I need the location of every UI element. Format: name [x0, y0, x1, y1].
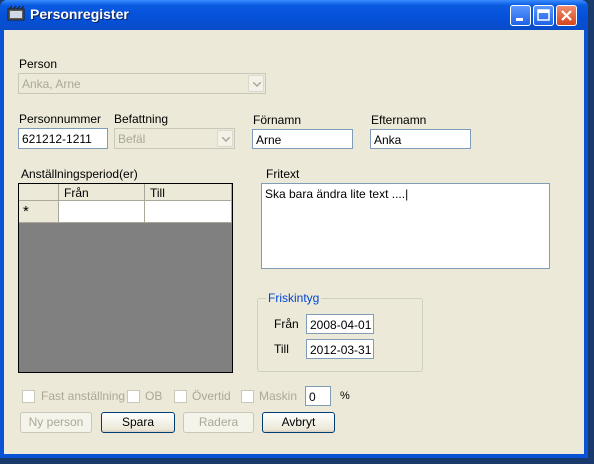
- person-select[interactable]: Anka, Arne: [18, 73, 266, 94]
- befattning-select[interactable]: Befäl: [114, 128, 235, 149]
- efternamn-field[interactable]: Anka: [370, 129, 471, 149]
- maskin-percent-field[interactable]: 0: [305, 386, 331, 406]
- app-icon: [7, 5, 25, 22]
- grid-header-till-label: Till: [150, 186, 165, 200]
- person-dropdown-button[interactable]: [248, 75, 264, 92]
- friskintyg-group: Friskintyg Från 2008-04-01 Till 2012-03-…: [257, 291, 423, 372]
- ob-checkbox[interactable]: [127, 390, 140, 403]
- radera-button[interactable]: Radera: [183, 412, 254, 433]
- maximize-icon: [537, 9, 550, 21]
- maximize-button[interactable]: [533, 5, 554, 26]
- maskin-checkbox[interactable]: [241, 390, 254, 403]
- ny-person-button[interactable]: Ny person: [20, 412, 92, 433]
- grid-new-row-header[interactable]: *: [19, 201, 59, 223]
- fritext-value: Ska bara ändra lite text ....|: [265, 187, 409, 201]
- personnummer-value: 621212-1211: [22, 132, 92, 146]
- fast-anstallning-label: Fast anställning: [41, 389, 126, 403]
- form-client-area: Person Anka, Arne Personnummer 621212-12…: [4, 30, 584, 454]
- minimize-button[interactable]: [510, 5, 531, 26]
- fornamn-field[interactable]: Arne: [252, 129, 353, 149]
- grid-corner-header: [19, 184, 59, 201]
- grid-header-fran[interactable]: Från: [59, 184, 145, 201]
- fritext-textarea[interactable]: Ska bara ändra lite text ....|: [261, 183, 550, 269]
- befattning-dropdown-button[interactable]: [217, 130, 233, 147]
- application-window: Personregister Person Anka, Arne Personn…: [0, 0, 588, 458]
- friskintyg-till-field[interactable]: 2012-03-31: [306, 339, 374, 359]
- friskintyg-till-label: Till: [274, 342, 289, 356]
- chevron-down-icon: [253, 82, 261, 87]
- befattning-label: Befattning: [114, 112, 169, 126]
- anstallning-label: Anställningsperiod(er): [21, 167, 138, 181]
- grid-cell-fran[interactable]: [59, 201, 145, 223]
- minimize-icon: [516, 18, 523, 21]
- overtid-label: Övertid: [192, 389, 231, 403]
- overtid-checkbox[interactable]: [174, 390, 187, 403]
- close-icon: [561, 10, 572, 21]
- person-select-value: Anka, Arne: [22, 77, 81, 91]
- friskintyg-title: Friskintyg: [266, 291, 322, 305]
- window-title: Personregister: [30, 6, 129, 22]
- title-bar[interactable]: Personregister: [0, 0, 588, 30]
- friskintyg-fran-label: Från: [274, 317, 299, 331]
- avbryt-button[interactable]: Avbryt: [262, 412, 335, 433]
- befattning-select-value: Befäl: [118, 132, 146, 146]
- efternamn-value: Anka: [374, 133, 402, 147]
- person-label: Person: [19, 57, 58, 71]
- asterisk-icon: *: [23, 203, 29, 220]
- personnummer-label: Personnummer: [19, 112, 102, 126]
- grid-header-till[interactable]: Till: [145, 184, 232, 201]
- fornamn-value: Arne: [256, 133, 282, 147]
- maskin-percent-value: 0: [309, 390, 316, 404]
- percent-unit-label: %: [340, 390, 350, 402]
- maskin-label: Maskin: [259, 389, 298, 403]
- chevron-down-icon: [222, 137, 230, 142]
- friskintyg-fran-value: 2008-04-01: [310, 318, 372, 332]
- spara-button[interactable]: Spara: [101, 412, 175, 433]
- grid-header-fran-label: Från: [64, 186, 89, 200]
- fritext-label: Fritext: [266, 167, 300, 181]
- anstallning-grid[interactable]: Från Till *: [18, 183, 233, 373]
- personnummer-field[interactable]: 621212-1211: [18, 128, 108, 149]
- fast-anstallning-checkbox[interactable]: [22, 390, 35, 403]
- ob-label: OB: [145, 389, 163, 403]
- efternamn-label: Efternamn: [371, 113, 427, 127]
- fornamn-label: Förnamn: [253, 113, 302, 127]
- close-button[interactable]: [556, 5, 577, 26]
- grid-cell-till[interactable]: [145, 201, 232, 223]
- friskintyg-till-value: 2012-03-31: [310, 343, 372, 357]
- friskintyg-fran-field[interactable]: 2008-04-01: [306, 314, 374, 334]
